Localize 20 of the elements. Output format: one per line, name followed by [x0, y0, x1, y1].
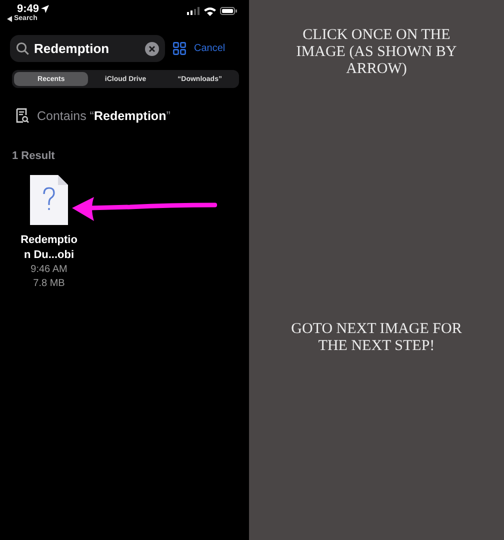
clear-icon[interactable] — [145, 42, 159, 56]
instruction-text: CLICK ONCE ON THE IMAGE (AS SHOWN BY ARROW) — [295, 27, 458, 78]
unknown-file-icon[interactable] — [30, 175, 68, 225]
result-count: 1 Result — [11, 149, 56, 162]
file-time: 9:46 AM — [30, 263, 68, 277]
signal-icon — [187, 7, 200, 15]
wifi-icon — [204, 6, 216, 16]
clock: 9:49 — [17, 3, 50, 15]
grid-view-icon[interactable] — [173, 42, 186, 55]
document-search-icon — [16, 108, 29, 123]
location-icon — [41, 5, 50, 13]
file-name: Redemptio n Du...obi — [20, 233, 78, 263]
instruction-text: GOTO NEXT IMAGE FOR THE NEXT STEP! — [290, 321, 463, 355]
search-suggestion[interactable]: Contains “Redemption” — [37, 108, 170, 122]
search-icon — [16, 42, 29, 55]
back-icon — [7, 16, 12, 22]
file-size: 7.8 MB — [33, 277, 65, 291]
search-field[interactable]: Redemption — [10, 35, 165, 62]
battery-icon — [220, 7, 237, 15]
cancel-button[interactable]: Cancel — [194, 43, 226, 54]
